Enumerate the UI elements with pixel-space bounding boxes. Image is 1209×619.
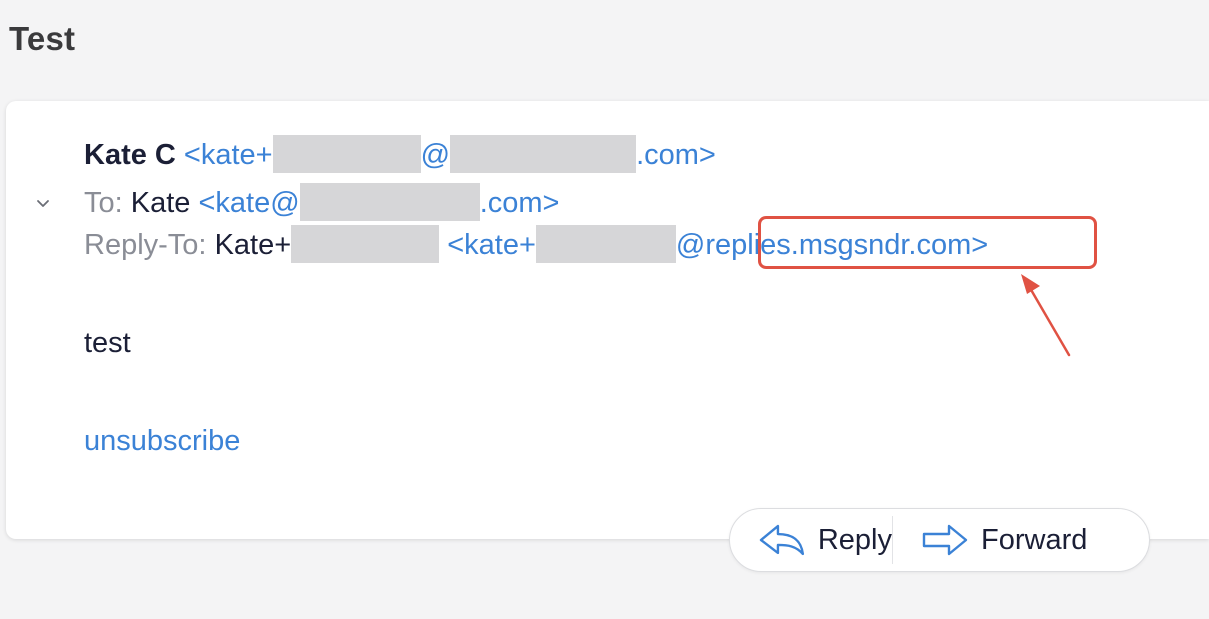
annotation-arrow	[1021, 274, 1071, 357]
reply-to-email[interactable]: <kate+ @replies.msgsndr.com>	[447, 225, 988, 263]
forward-label: Forward	[981, 523, 1088, 556]
reply-icon	[759, 524, 805, 556]
to-label: To:	[84, 187, 123, 219]
reply-forward-bar: Reply Forward	[729, 508, 1150, 572]
redaction-block	[272, 135, 421, 173]
reply-to-label: Reply-To:	[84, 229, 207, 261]
redaction-block	[299, 183, 480, 221]
reply-to-name: Kate+	[215, 225, 440, 263]
redaction-block	[291, 225, 440, 263]
redaction-block	[535, 225, 676, 263]
redaction-block	[450, 135, 637, 173]
email-body-text: test	[84, 327, 131, 359]
reply-button[interactable]: Reply	[730, 509, 892, 571]
sender-name: Kate C	[84, 139, 176, 171]
email-subject: Test	[9, 20, 76, 57]
forward-icon	[922, 524, 968, 556]
chevron-down-icon[interactable]	[36, 196, 50, 210]
reply-to-line: Reply-To: Kate+ <kate+ @replies.msgsndr.c…	[84, 225, 988, 263]
forward-button[interactable]: Forward	[893, 509, 1087, 571]
to-email[interactable]: <kate@ .com>	[198, 183, 559, 221]
sender-email[interactable]: <kate+ @ .com>	[184, 135, 716, 173]
from-line: Kate C <kate+ @ .com>	[84, 135, 716, 173]
to-name: Kate	[130, 187, 191, 219]
unsubscribe-link[interactable]: unsubscribe	[84, 425, 240, 458]
to-line: To: Kate <kate@ .com>	[84, 183, 559, 221]
reply-label: Reply	[817, 523, 892, 556]
email-message-card: Kate C <kate+ @ .com> To: Kate <kate@ .com>…	[6, 101, 1209, 539]
